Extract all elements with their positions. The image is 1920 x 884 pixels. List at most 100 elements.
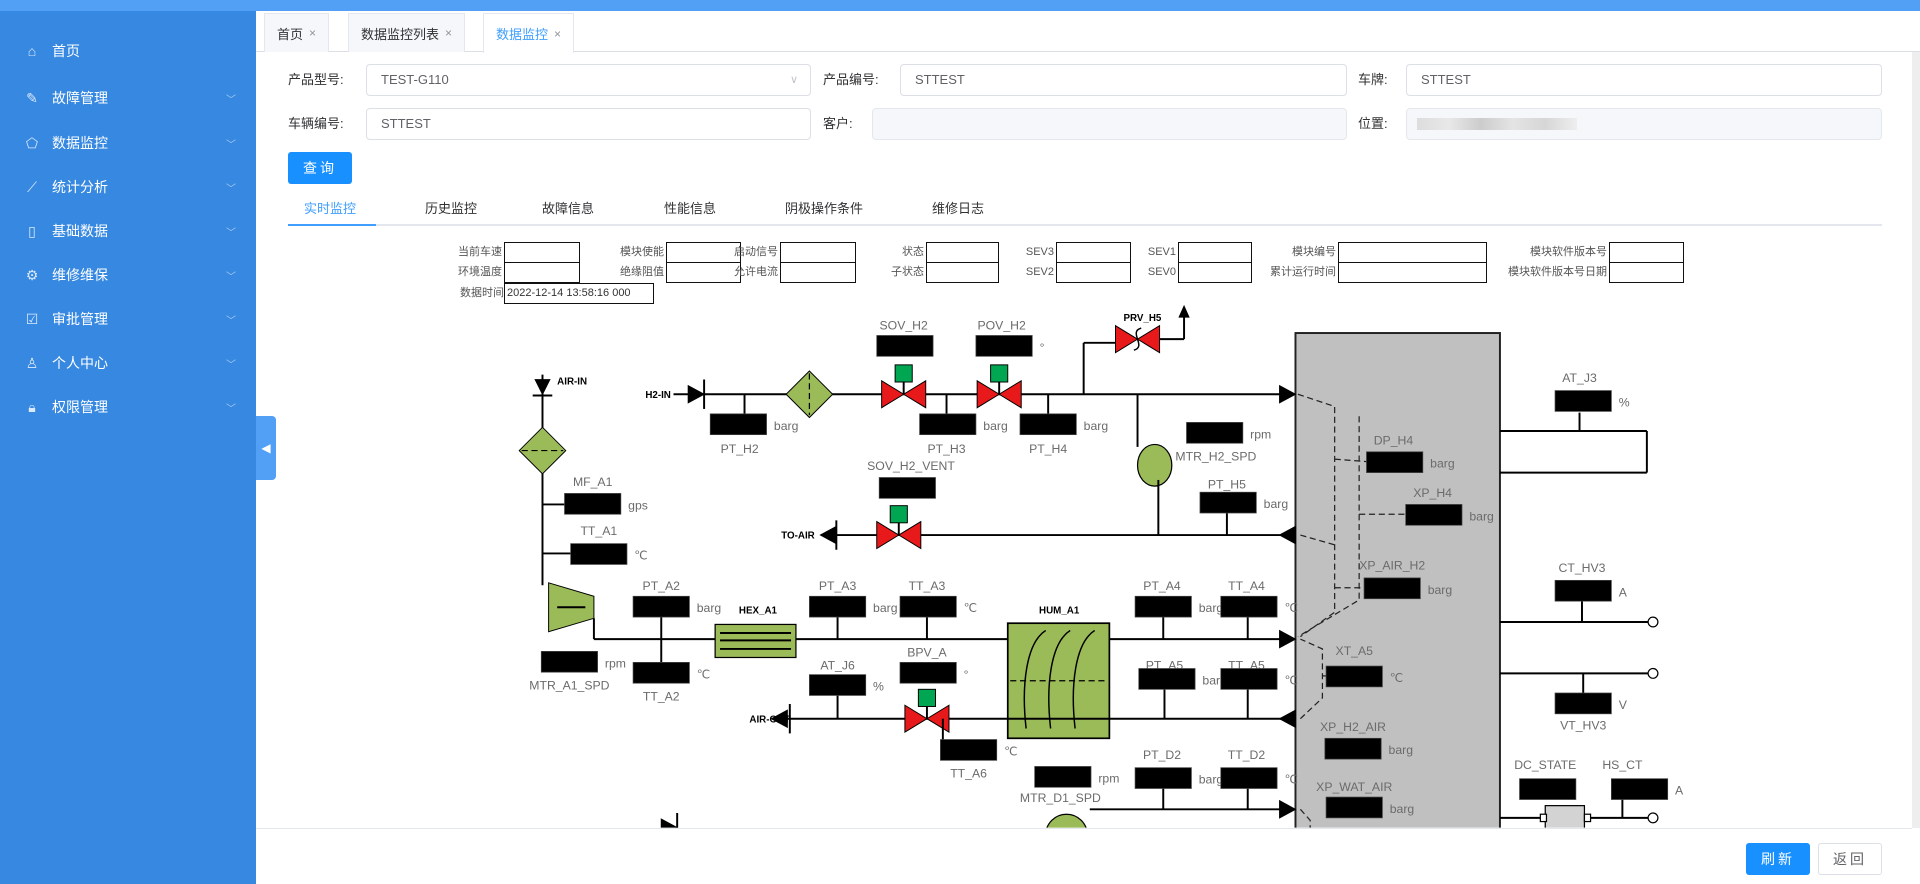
tag-label: XP_AIR_H2 bbox=[1359, 558, 1425, 572]
info-label: 绝缘阻值 bbox=[620, 266, 664, 278]
sidebar-item-8[interactable]: 🔒︎ 权限管理 ﹀ bbox=[0, 385, 256, 429]
tag-label: PT_H5 bbox=[1208, 478, 1246, 492]
sidebar-item-6[interactable]: ☑ 审批管理 ﹀ bbox=[0, 297, 256, 341]
tag-label: PT_A3 bbox=[819, 579, 857, 593]
subtab-cathode[interactable]: 阴极操作条件 bbox=[785, 198, 863, 217]
user-icon: ♙ bbox=[25, 354, 39, 371]
tag-label: DC_STATE bbox=[1514, 758, 1576, 772]
filter-icon bbox=[518, 426, 567, 475]
arrow-left-icon bbox=[770, 709, 788, 729]
tag-label: XP_H2_AIR bbox=[1320, 720, 1386, 734]
tag-label: MTR_D1_SPD bbox=[1020, 791, 1101, 805]
valve-icon bbox=[1115, 324, 1139, 354]
refresh-button[interactable]: 刷新 bbox=[1746, 843, 1810, 875]
tag-value-box bbox=[1220, 595, 1278, 618]
tag-label: BPV_A bbox=[907, 645, 947, 659]
query-button[interactable]: 查询 bbox=[288, 152, 352, 184]
chevron-down-icon: ﹀ bbox=[226, 315, 236, 327]
sidebar-item-label: 基础数据 bbox=[52, 223, 108, 239]
product-no-label: 产品编号: bbox=[823, 72, 879, 87]
sidebar-item-2[interactable]: ⬠ 数据监控 ﹀ bbox=[0, 121, 256, 165]
info-value-box bbox=[1338, 262, 1487, 283]
tag-value-box bbox=[1324, 737, 1382, 760]
tab-data-monitor-list[interactable]: 数据监控列表 × bbox=[348, 13, 466, 52]
tag-unit: A bbox=[1619, 585, 1628, 599]
tag-unit: barg bbox=[873, 601, 898, 615]
chevron-down-icon: ﹀ bbox=[226, 359, 236, 371]
info-label: SEV3 bbox=[1025, 246, 1054, 258]
close-icon[interactable]: × bbox=[554, 27, 561, 41]
tag-unit: % bbox=[1619, 395, 1630, 409]
tab-data-monitor[interactable]: 数据监控 × bbox=[483, 13, 575, 53]
arrow-right-icon bbox=[1279, 384, 1297, 404]
plate-input[interactable]: STTEST bbox=[1406, 64, 1882, 96]
valve-icon bbox=[897, 520, 922, 550]
tag-label: XP_H4 bbox=[1413, 486, 1452, 500]
scrollbar[interactable] bbox=[1912, 52, 1920, 828]
tag-label: PT_D2 bbox=[1143, 748, 1181, 762]
sidebar-item-0[interactable]: ⌂ 首页 bbox=[0, 29, 256, 73]
info-label: 允许电流 bbox=[734, 266, 778, 278]
sidebar-item-3[interactable]: ⟋ 统计分析 ﹀ bbox=[0, 165, 256, 209]
chevron-down-icon: ∨ bbox=[789, 74, 798, 86]
tag-label: TT_A3 bbox=[909, 579, 946, 593]
product-no-input[interactable]: STTEST bbox=[900, 64, 1347, 96]
humidifier-membrane bbox=[1072, 629, 1096, 729]
tag-value-box bbox=[564, 493, 622, 515]
tab-home[interactable]: 首页 × bbox=[264, 13, 330, 52]
tag-label: CT_HV3 bbox=[1559, 561, 1606, 575]
info-label: 模块编号 bbox=[1292, 246, 1336, 258]
terminal-icon bbox=[1647, 667, 1659, 679]
chevron-down-icon: ﹀ bbox=[226, 94, 236, 106]
product-model-select[interactable]: TEST-G110 ∨ bbox=[366, 64, 811, 96]
vehicle-no-input[interactable]: STTEST bbox=[366, 108, 811, 140]
info-value-box bbox=[1609, 262, 1684, 283]
stream-label: HUM_A1 bbox=[1039, 605, 1080, 616]
tag-unit: barg bbox=[1199, 773, 1224, 787]
sidebar-item-7[interactable]: ♙ 个人中心 ﹀ bbox=[0, 341, 256, 385]
customer-label: 客户: bbox=[823, 116, 853, 131]
tag-unit: ℃ bbox=[1390, 671, 1404, 685]
sidebar-item-5[interactable]: ⚙ 维修维保 ﹀ bbox=[0, 253, 256, 297]
valve-icon bbox=[998, 379, 1022, 409]
actuator-icon bbox=[894, 364, 913, 383]
tag-unit: gps bbox=[628, 498, 648, 512]
tag-unit: barg bbox=[774, 419, 799, 433]
sidebar-item-label: 权限管理 bbox=[52, 399, 108, 415]
wrench-icon: ✎ bbox=[26, 89, 38, 106]
tag-unit: ℃ bbox=[697, 667, 711, 681]
page-tabs: 首页 × 数据监控列表 × 数据监控 × bbox=[256, 11, 1920, 53]
tag-value-box bbox=[1554, 390, 1612, 412]
tag-value-box bbox=[899, 662, 957, 684]
stream-label: PRV_H5 bbox=[1123, 313, 1161, 324]
info-label: SEV2 bbox=[1025, 266, 1054, 278]
tag-value-box bbox=[876, 335, 934, 357]
tag-label: AT_J3 bbox=[1562, 371, 1597, 385]
tag-unit: barg bbox=[697, 601, 722, 615]
sidebar-item-label: 个人中心 bbox=[52, 355, 108, 371]
tag-value-box bbox=[899, 595, 957, 618]
product-model-label: 产品型号: bbox=[288, 72, 344, 87]
subtab-performance[interactable]: 性能信息 bbox=[664, 198, 716, 217]
chevron-down-icon: ﹀ bbox=[226, 227, 236, 239]
sidebar-item-1[interactable]: ✎ 故障管理 ﹀ bbox=[0, 76, 256, 120]
tab-label: 数据监控 bbox=[496, 27, 549, 42]
back-button[interactable]: 返回 bbox=[1818, 843, 1882, 875]
subtab-realtime[interactable]: 实时监控 bbox=[304, 198, 356, 217]
tag-unit: ° bbox=[964, 667, 969, 681]
valve-icon bbox=[904, 704, 928, 734]
close-icon[interactable]: × bbox=[445, 26, 452, 40]
subtab-fault[interactable]: 故障信息 bbox=[542, 198, 594, 217]
tag-unit: ° bbox=[1040, 340, 1045, 354]
tag-value-box bbox=[1138, 668, 1196, 690]
tag-label: PT_A4 bbox=[1143, 579, 1181, 593]
close-icon[interactable]: × bbox=[309, 26, 316, 40]
subtab-maintenance-log[interactable]: 维修日志 bbox=[932, 198, 984, 217]
info-label: 状态 bbox=[902, 246, 924, 258]
sidebar-item-4[interactable]: ▯ 基础数据 ﹀ bbox=[0, 209, 256, 253]
subtab-history[interactable]: 历史监控 bbox=[425, 198, 477, 217]
sidebar-item-label: 统计分析 bbox=[52, 179, 108, 195]
top-bar bbox=[0, 0, 1920, 11]
sidebar-collapse-button[interactable]: ◀ bbox=[256, 416, 276, 480]
tag-value-box bbox=[709, 413, 767, 436]
